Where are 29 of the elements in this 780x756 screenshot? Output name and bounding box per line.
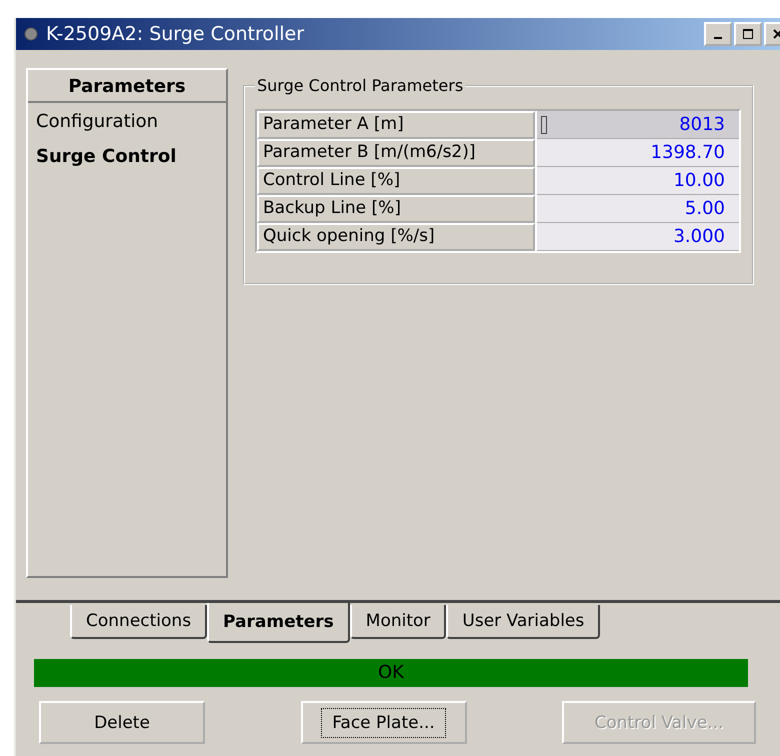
tab[interactable]: Monitor xyxy=(350,605,446,639)
row-header: Parameter A [m] xyxy=(257,111,535,139)
status-bar: OK xyxy=(34,659,748,687)
close-icon xyxy=(773,29,780,39)
group-title: Surge Control Parameters xyxy=(255,76,466,95)
value-cell[interactable]: 5.00 xyxy=(537,195,739,223)
row-header: Control Line [%] xyxy=(257,167,535,195)
minimize-button[interactable] xyxy=(704,22,732,46)
window-title: K-2509A2: Surge Controller xyxy=(46,23,306,45)
value-cell[interactable]: 10.00 xyxy=(537,167,739,195)
tab[interactable]: User Variables xyxy=(446,605,600,639)
tab[interactable]: Parameters xyxy=(207,603,350,643)
value-cell[interactable]: 1398.70 xyxy=(537,139,739,167)
row-header: Quick opening [%/s] xyxy=(257,223,535,251)
sidebar-heading: Parameters xyxy=(28,70,226,103)
value-cell[interactable]: 3.000 xyxy=(537,223,739,251)
action-button[interactable]: Delete xyxy=(39,701,205,744)
text-cursor xyxy=(541,116,547,134)
app-icon xyxy=(24,27,38,41)
sidebar-item[interactable]: Surge Control xyxy=(36,146,218,167)
row-header: Backup Line [%] xyxy=(257,195,535,223)
value-cell[interactable]: 8013 xyxy=(537,111,739,139)
sidebar-item[interactable]: Configuration xyxy=(36,111,218,132)
action-button[interactable]: Face Plate... xyxy=(300,701,466,744)
row-header: Parameter B [m/(m6/s2)] xyxy=(257,139,535,167)
tab[interactable]: Connections xyxy=(70,605,208,639)
maximize-icon xyxy=(743,29,753,39)
maximize-button[interactable] xyxy=(734,22,762,46)
minimize-icon xyxy=(714,37,722,39)
